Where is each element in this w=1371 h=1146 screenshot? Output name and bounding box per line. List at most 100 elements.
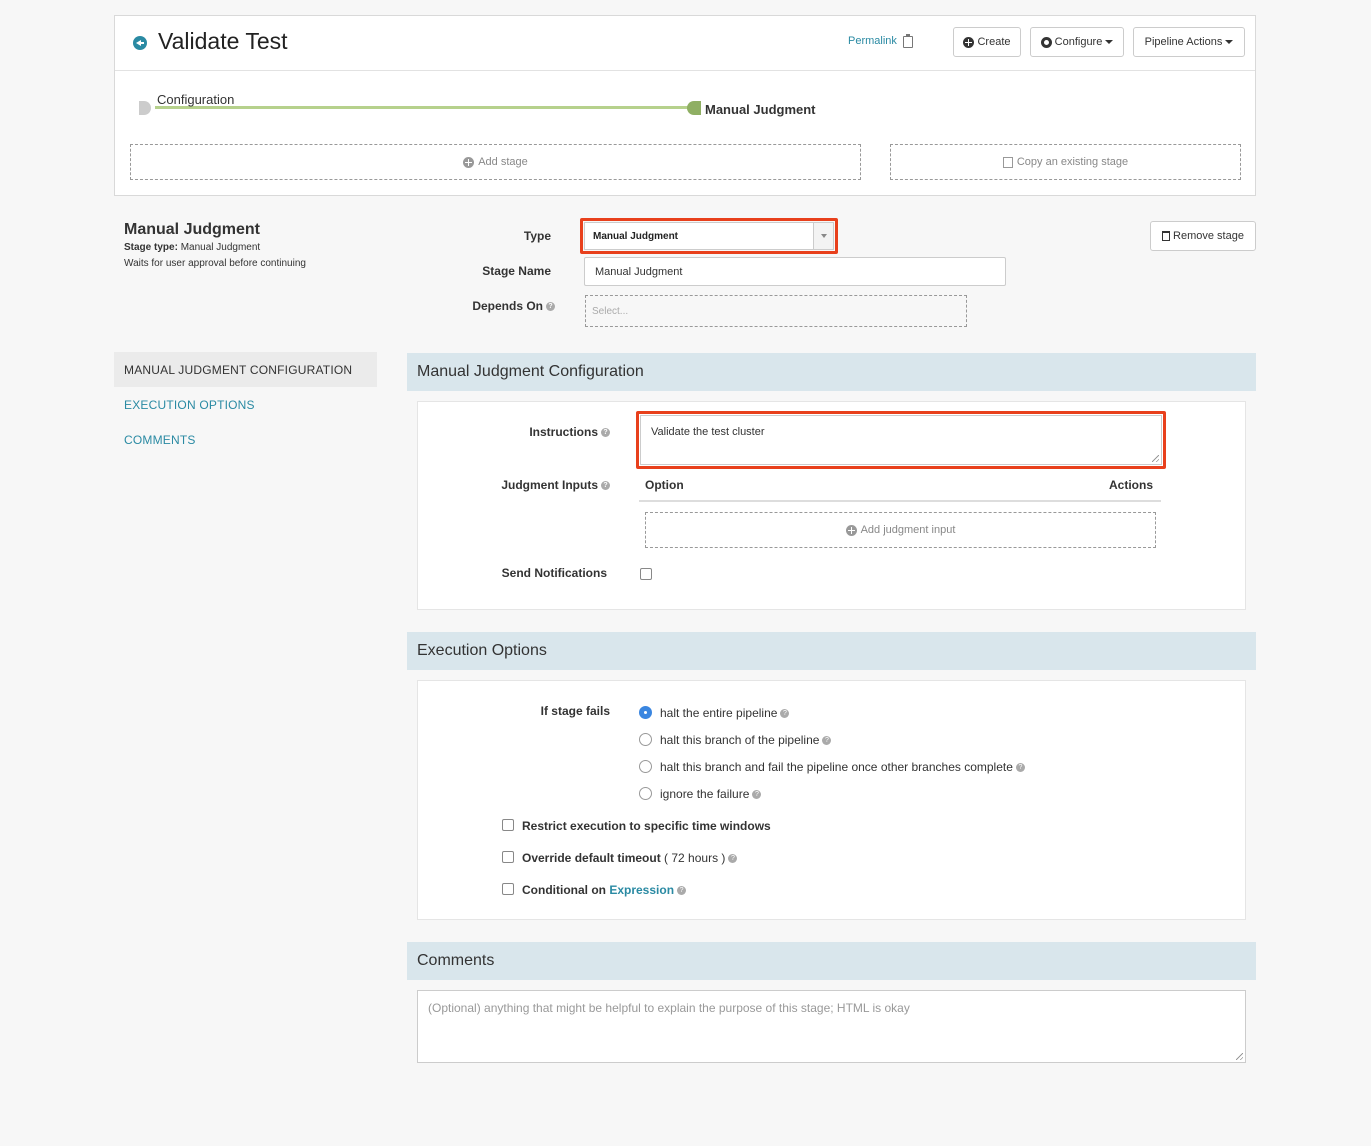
permalink-link[interactable]: Permalink: [848, 35, 897, 47]
depends-on-label: Depends On?: [440, 299, 555, 313]
instructions-text: Instructions: [529, 425, 598, 439]
pipeline-actions-label: Pipeline Actions: [1144, 36, 1223, 48]
instructions-label: Instructions?: [480, 425, 610, 439]
depends-on-select[interactable]: Select...: [585, 295, 967, 327]
pipeline-actions-button[interactable]: Pipeline Actions: [1133, 27, 1245, 57]
graph-node-label[interactable]: Manual Judgment: [705, 102, 816, 117]
stage-type-label: Stage type:: [124, 242, 178, 253]
option-halt-branch: halt this branch of the pipeline?: [660, 733, 832, 747]
back-arrow-icon[interactable]: [133, 36, 147, 50]
help-icon[interactable]: ?: [677, 886, 687, 896]
chevron-down-icon: [1225, 40, 1234, 44]
trash-icon: [1162, 231, 1171, 241]
send-notifications-checkbox[interactable]: [640, 568, 652, 580]
graph-node-configuration[interactable]: [139, 101, 151, 115]
remove-stage-button[interactable]: Remove stage: [1150, 221, 1256, 251]
help-icon[interactable]: ?: [1015, 763, 1025, 773]
option-label: halt this branch and fail the pipeline o…: [660, 760, 1013, 774]
option-halt-branch-fail-pipeline: halt this branch and fail the pipeline o…: [660, 760, 1025, 774]
manual-judgment-heading: Manual Judgment Configuration: [407, 353, 1256, 391]
option-label: ignore the failure: [660, 787, 750, 801]
header-toolbar: Validate Test Permalink Create Configure…: [115, 16, 1255, 71]
stage-name-value: Manual Judgment: [595, 265, 683, 278]
radio-halt-branch[interactable]: [639, 733, 652, 746]
comments-textarea[interactable]: (Optional) anything that might be helpfu…: [417, 990, 1246, 1063]
add-judgment-input-button[interactable]: Add judgment input: [645, 512, 1156, 548]
copy-icon: [1002, 156, 1013, 168]
judgment-inputs-label: Judgment Inputs?: [470, 478, 610, 492]
help-icon[interactable]: ?: [546, 302, 555, 312]
help-icon[interactable]: ?: [780, 709, 790, 719]
nav-manual-judgment-configuration[interactable]: MANUAL JUDGMENT CONFIGURATION: [114, 352, 377, 387]
restrict-execution-checkbox[interactable]: [502, 819, 514, 831]
page-title: Validate Test: [158, 28, 288, 54]
radio-ignore-failure[interactable]: [639, 787, 652, 800]
add-stage-label: Add stage: [478, 156, 528, 168]
help-icon[interactable]: ?: [728, 854, 738, 864]
help-icon[interactable]: ?: [601, 428, 610, 438]
column-header-actions: Actions: [1109, 478, 1154, 492]
configure-button[interactable]: Configure: [1030, 27, 1124, 57]
dropdown-arrow-icon[interactable]: [813, 223, 833, 249]
stage-name-label: Stage Name: [482, 264, 551, 278]
help-icon[interactable]: ?: [601, 481, 610, 491]
configure-button-label: Configure: [1054, 36, 1103, 48]
instructions-textarea[interactable]: Validate the test cluster: [640, 415, 1162, 465]
depends-on-placeholder: Select...: [592, 305, 629, 317]
instructions-value: Validate the test cluster: [651, 426, 765, 438]
radio-halt-entire-pipeline[interactable]: [639, 706, 652, 719]
type-select[interactable]: Manual Judgment: [584, 222, 834, 250]
plus-circle-icon: [963, 36, 975, 48]
create-button-label: Create: [977, 36, 1011, 48]
option-label: halt this branch of the pipeline: [660, 733, 820, 747]
type-label: Type: [523, 229, 551, 243]
expression-link[interactable]: Expression: [609, 883, 674, 897]
execution-options-heading: Execution Options: [407, 632, 1256, 670]
if-stage-fails-label: If stage fails: [540, 704, 610, 718]
chevron-down-icon: [1105, 40, 1114, 44]
gear-icon: [1040, 36, 1052, 48]
comments-heading: Comments: [407, 942, 1256, 980]
option-ignore-failure: ignore the failure?: [660, 787, 762, 801]
create-button[interactable]: Create: [953, 27, 1021, 57]
graph-connector: [155, 106, 695, 109]
send-notifications-label: Send Notifications: [501, 566, 607, 580]
remove-stage-label: Remove stage: [1173, 230, 1244, 242]
stage-type-value: Manual Judgment: [180, 242, 261, 253]
option-halt-entire-pipeline: halt the entire pipeline?: [660, 706, 790, 720]
conditional-text: Conditional on: [522, 883, 606, 897]
override-timeout-checkbox[interactable]: [502, 851, 514, 863]
stage-title: Manual Judgment: [124, 221, 261, 238]
radio-halt-branch-fail-pipeline[interactable]: [639, 760, 652, 773]
graph-node-label[interactable]: Configuration: [157, 92, 234, 107]
nav-comments[interactable]: COMMENTS: [114, 422, 377, 457]
override-timeout-text: Override default timeout: [522, 851, 661, 865]
nav-execution-options[interactable]: EXECUTION OPTIONS: [114, 387, 377, 422]
stage-description: Waits for user approval before continuin…: [124, 258, 306, 269]
comments-placeholder: (Optional) anything that might be helpfu…: [428, 1001, 910, 1015]
resize-grip-icon[interactable]: [1236, 1053, 1243, 1060]
clipboard-icon[interactable]: [903, 34, 913, 48]
add-stage-button[interactable]: Add stage: [130, 144, 861, 180]
depends-on-text: Depends On: [472, 299, 543, 313]
pipeline-header-card: Validate Test Permalink Create Configure…: [114, 15, 1256, 196]
option-label: halt the entire pipeline: [660, 706, 778, 720]
table-divider: [639, 500, 1161, 502]
restrict-execution-label: Restrict execution to specific time wind…: [522, 819, 771, 833]
copy-stage-label: Copy an existing stage: [1016, 156, 1129, 168]
help-icon[interactable]: ?: [822, 736, 832, 746]
stage-name-input[interactable]: Manual Judgment: [584, 257, 1006, 286]
stage-type: Stage type: Manual Judgment: [124, 242, 260, 253]
column-header-option: Option: [645, 478, 684, 492]
add-judgment-input-label: Add judgment input: [860, 524, 956, 536]
override-timeout-label: Override default timeout ( 72 hours )?: [522, 851, 738, 865]
conditional-checkbox[interactable]: [502, 883, 514, 895]
copy-stage-button[interactable]: Copy an existing stage: [890, 144, 1241, 180]
conditional-label: Conditional on Expression?: [522, 883, 687, 897]
plus-circle-icon: [845, 524, 857, 536]
resize-grip-icon[interactable]: [1152, 455, 1159, 462]
plus-circle-icon: [463, 156, 475, 168]
graph-node-manual-judgment[interactable]: [687, 101, 701, 115]
help-icon[interactable]: ?: [752, 790, 762, 800]
type-select-value: Manual Judgment: [593, 230, 679, 242]
